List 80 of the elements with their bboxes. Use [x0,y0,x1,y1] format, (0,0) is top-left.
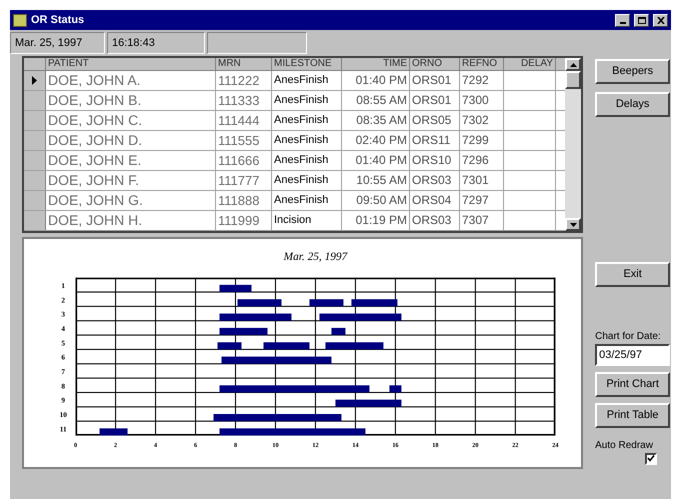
table-cell: AnesFinish [272,191,342,210]
window-button[interactable]: Print Chart [595,372,670,397]
minimize-button[interactable] [615,14,630,26]
table-cell: 7297 [460,191,504,210]
table-cell: 08:55 AM [342,91,410,110]
window-button[interactable]: Print Table [595,402,670,428]
table-cell: 111222 [216,71,272,90]
current-row-icon [32,76,37,85]
table-cell: 111666 [216,151,272,170]
close-button[interactable] [653,14,668,26]
column-header[interactable]: MRN [216,58,272,70]
status-time: 16:18:43 [107,32,205,54]
table-cell: ORS01 [410,91,460,110]
table-cell: 01:40 PM [342,71,410,90]
table-cell: DOE, JOHN B. [46,91,216,110]
table-cell: DOE, JOHN F. [46,171,216,190]
table-cell: AnesFinish [272,171,342,190]
table-cell: DOE, JOHN C. [46,111,216,130]
scroll-up-icon [570,62,577,66]
table-cell: ORS01 [410,71,460,90]
column-header[interactable]: DELAY [504,58,556,70]
auto-redraw-label: Auto Redraw [595,438,654,453]
auto-redraw-checkbox[interactable] [645,452,658,465]
table-cell: 7299 [460,131,504,150]
window-button[interactable]: Delays [595,92,670,117]
date-field[interactable]: 03/25/97 [595,344,670,366]
scroll-bar[interactable] [565,58,582,231]
table-cell: DOE, JOHN E. [46,151,216,170]
table-cell: 7307 [460,211,504,230]
date-label: Chart for Date: [595,330,662,344]
column-header[interactable]: REFNO [460,58,504,70]
table-cell: ORS04 [410,191,460,210]
scroll-down-icon [570,222,577,226]
table-cell: 10:55 AM [342,171,410,190]
table-cell: 7296 [460,151,504,170]
table-cell: AnesFinish [272,151,342,170]
table-cell: AnesFinish [272,131,342,150]
scroll-thumb[interactable] [565,71,582,89]
table-cell: AnesFinish [272,91,342,110]
table-cell: 111777 [216,171,272,190]
column-header[interactable]: MILESTONE [272,58,342,70]
row-selector[interactable] [24,71,46,90]
chart-title: Mar. 25, 1997 [284,251,348,264]
table-cell: 01:40 PM [342,151,410,170]
table-cell: ORS10 [410,151,460,170]
table-cell: ORS03 [410,171,460,190]
table-cell: 111888 [216,191,272,210]
table-cell: Incision [272,211,342,230]
table-cell: 7302 [460,111,504,130]
table-cell: ORS11 [410,131,460,150]
table-cell: 111444 [216,111,272,130]
table-cell: 7292 [460,71,504,90]
close-icon [656,16,664,24]
status-date: Mar. 25, 1997 [10,32,105,54]
window-title: OR Status [31,12,86,28]
table-cell: 02:40 PM [342,131,410,150]
table-cell: ORS03 [410,211,460,230]
column-header[interactable]: PATIENT [46,58,216,70]
table-cell: ORS05 [410,111,460,130]
table-cell: DOE, JOHN H. [46,211,216,230]
table-cell: DOE, JOHN D. [46,131,216,150]
table-cell: 7300 [460,91,504,110]
table-cell: 09:50 AM [342,191,410,210]
table-cell: 01:19 PM [342,211,410,230]
table-cell: DOE, JOHN A. [46,71,216,90]
table-cell: 08:35 AM [342,111,410,130]
check-icon [647,455,656,462]
maximize-button[interactable] [634,14,649,26]
table-cell: DOE, JOHN G. [46,191,216,210]
column-header[interactable]: ORNO [410,58,460,70]
app-icon [13,14,27,26]
table-cell: 111555 [216,131,272,150]
table-cell: 111333 [216,91,272,110]
column-header[interactable]: TIME [342,58,410,70]
window-button[interactable]: Exit [595,262,670,287]
window-button[interactable]: Beepers [595,59,670,84]
table-cell: AnesFinish [272,71,342,90]
table-cell: AnesFinish [272,111,342,130]
table-cell: 111999 [216,211,272,230]
table-cell: 7301 [460,171,504,190]
